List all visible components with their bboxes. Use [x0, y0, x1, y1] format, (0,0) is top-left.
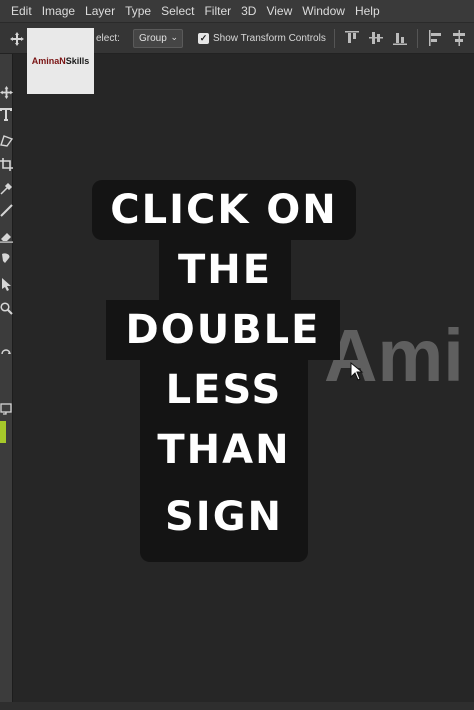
align-left-icon[interactable]	[428, 30, 442, 46]
options-divider	[334, 29, 335, 48]
caption-line: SIGN	[140, 480, 308, 562]
align-bottom-icon[interactable]	[393, 30, 407, 46]
menu-view[interactable]: View	[261, 0, 297, 22]
caption-line: LESS	[140, 360, 308, 420]
brush-tool-icon[interactable]	[0, 202, 13, 218]
crop-tool-icon[interactable]	[0, 156, 13, 172]
caption-line: DOUBLE	[106, 300, 340, 360]
move-tool-icon[interactable]	[0, 84, 13, 100]
screen-mode-icon[interactable]	[0, 400, 13, 416]
tools-panel	[0, 54, 13, 710]
auto-select-dropdown[interactable]: Group ⌄	[133, 29, 183, 48]
move-tool-preset-icon[interactable]	[6, 23, 28, 54]
show-transform-label: Show Transform Controls	[213, 33, 326, 44]
path-selection-tool-icon[interactable]	[0, 276, 13, 292]
menu-select[interactable]: Select	[156, 0, 199, 22]
menu-image[interactable]: Image	[37, 0, 80, 22]
menu-edit[interactable]: Edit	[6, 0, 37, 22]
type-tool-icon[interactable]	[0, 106, 13, 122]
menu-3d[interactable]: 3D	[236, 0, 261, 22]
canvas-text-layer: Ami	[324, 314, 464, 397]
logo-text-part1: AminaN	[31, 56, 66, 66]
auto-select-label: elect:	[96, 33, 120, 44]
eraser-tool-icon[interactable]	[0, 228, 13, 244]
status-strip	[0, 702, 474, 710]
options-divider	[417, 29, 418, 48]
channel-logo: AminaN Skills	[27, 28, 94, 94]
eyedropper-tool-icon[interactable]	[0, 180, 13, 196]
menu-type[interactable]: Type	[120, 0, 156, 22]
menu-help[interactable]: Help	[350, 0, 385, 22]
menu-bar: Edit Image Layer Type Select Filter 3D V…	[0, 0, 474, 22]
mouse-cursor-icon	[350, 362, 364, 381]
foreground-color-swatch[interactable]	[0, 421, 6, 443]
lasso-tool-icon[interactable]	[0, 132, 13, 148]
menu-window[interactable]: Window	[297, 0, 350, 22]
caption-line: THE	[159, 240, 291, 300]
align-vertical-center-icon[interactable]	[369, 30, 383, 46]
align-top-icon[interactable]	[345, 30, 359, 46]
menu-filter[interactable]: Filter	[199, 0, 236, 22]
menu-layer[interactable]: Layer	[80, 0, 120, 22]
chevron-down-icon: ⌄	[170, 32, 178, 42]
align-horizontal-center-icon[interactable]	[452, 30, 466, 46]
smudge-tool-icon[interactable]	[0, 250, 13, 266]
rotate-view-icon[interactable]	[0, 346, 13, 362]
auto-select-value: Group	[139, 33, 167, 44]
caption-line: CLICK ON	[92, 180, 356, 240]
show-transform-checkbox[interactable]: ✓	[198, 33, 209, 44]
zoom-tool-icon[interactable]	[0, 300, 13, 316]
caption-line: THAN	[140, 420, 308, 480]
logo-text-part2: Skills	[65, 56, 90, 66]
show-transform-controls[interactable]: ✓ Show Transform Controls	[198, 23, 326, 54]
